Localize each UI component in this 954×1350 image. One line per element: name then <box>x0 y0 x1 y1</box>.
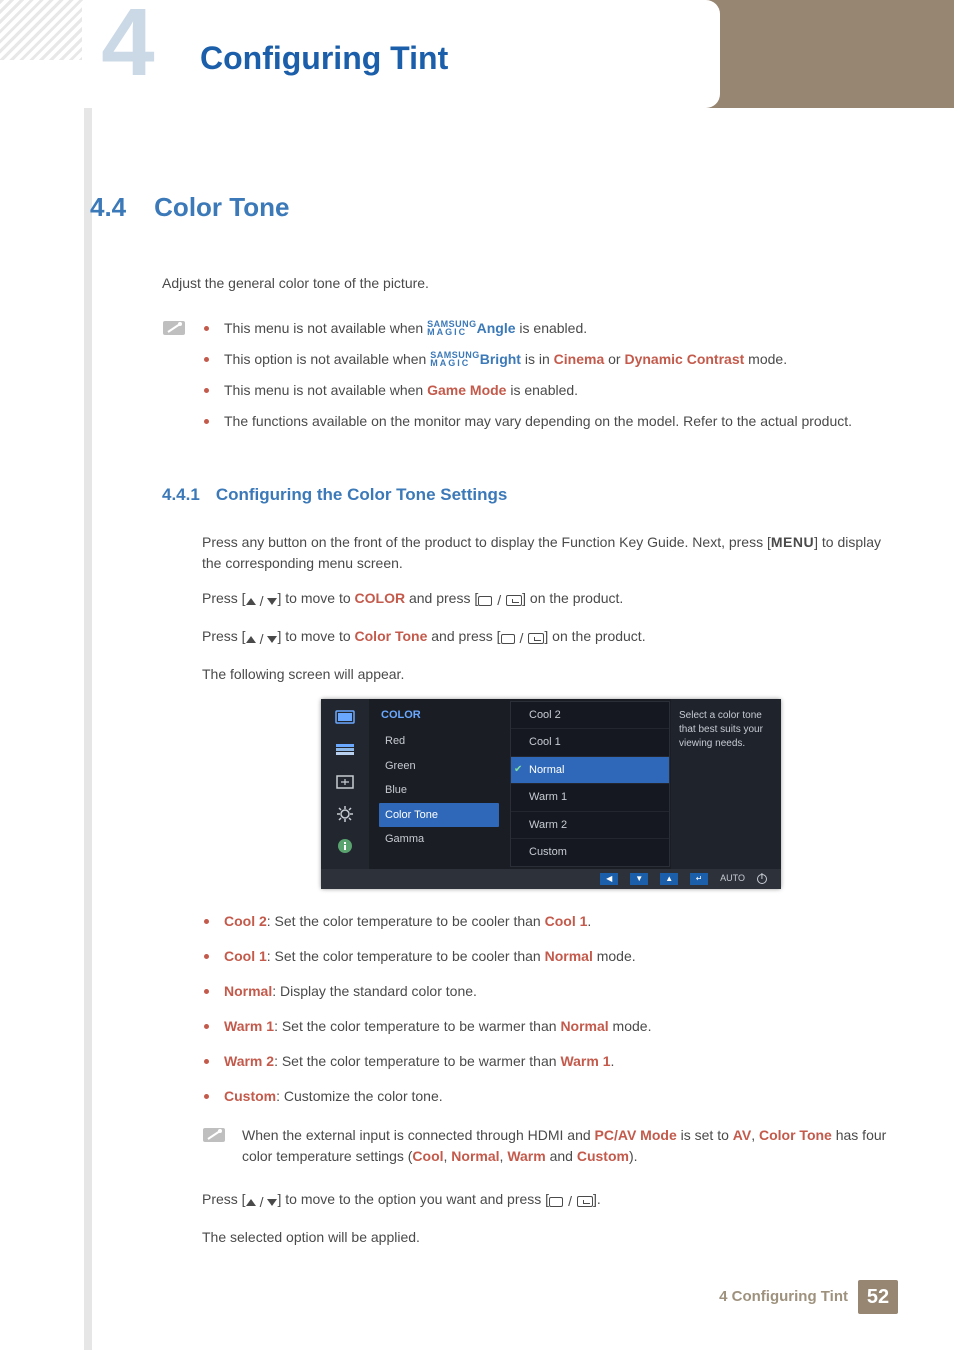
page-footer: 4 Configuring Tint 52 <box>719 1280 898 1314</box>
osd-menu-item: Green <box>379 754 499 779</box>
osd-menu-item: Red <box>379 729 499 754</box>
osd-menu-title: COLOR <box>379 707 499 724</box>
subsection-heading: 4.4.1 Configuring the Color Tone Setting… <box>162 482 900 508</box>
list-item: Warm 2: Set the color temperature to be … <box>202 1051 900 1072</box>
power-icon <box>757 874 767 884</box>
chapter-number-box: 4 <box>82 0 174 92</box>
note-icon <box>202 1125 228 1167</box>
picture-icon <box>334 709 356 727</box>
osd-footer: ◀ ▼ ▲ ↵ AUTO <box>321 869 781 889</box>
up-down-icon: / <box>246 591 278 612</box>
page-content: 4.4 Color Tone Adjust the general color … <box>90 188 900 1262</box>
osd-option: Custom <box>511 839 669 866</box>
up-down-icon: / <box>246 629 278 650</box>
auto-label: AUTO <box>720 872 745 886</box>
source-enter-icon: / <box>478 590 522 611</box>
osd-category-icons <box>321 699 369 869</box>
osd-option: Cool 1 <box>511 729 669 757</box>
osd-option: Warm 1 <box>511 784 669 812</box>
list-item: Warm 1: Set the color temperature to be … <box>202 1016 900 1037</box>
note-item: This option is not available when SAMSUN… <box>202 349 900 370</box>
osd-menu-item: Blue <box>379 778 499 803</box>
osd-menu-item-selected: Color Tone <box>379 803 499 828</box>
osd-option: Warm 2 <box>511 812 669 840</box>
note-block: This menu is not available when SAMSUNGM… <box>162 318 900 442</box>
list-item: Cool 2: Set the color temperature to be … <box>202 911 900 932</box>
color-icon <box>334 741 356 759</box>
info-icon <box>334 837 356 855</box>
list-item: Cool 1: Set the color temperature to be … <box>202 946 900 967</box>
gear-icon <box>334 805 356 823</box>
step-final-2: The selected option will be applied. <box>202 1227 900 1248</box>
subsection-number: 4.4.1 <box>162 482 200 508</box>
section-number: 4.4 <box>90 188 126 227</box>
up-arrow-icon: ▲ <box>660 873 678 885</box>
up-down-icon: / <box>246 1192 278 1213</box>
osd-menu-list: COLOR Red Green Blue Color Tone Gamma <box>369 699 509 869</box>
step-1: Press any button on the front of the pro… <box>202 532 900 574</box>
subsection-title: Configuring the Color Tone Settings <box>216 482 508 508</box>
note-icon <box>162 318 188 442</box>
page-number: 52 <box>858 1280 898 1314</box>
source-enter-icon: / <box>549 1191 593 1212</box>
footer-chapter-text: 4 Configuring Tint <box>719 1286 848 1309</box>
osd-option-selected: Normal <box>511 757 669 785</box>
step-3: Press [/] to move to Color Tone and pres… <box>202 626 900 650</box>
osd-menu-item: Gamma <box>379 827 499 852</box>
chapter-title: Configuring Tint <box>200 34 448 82</box>
options-description-list: Cool 2: Set the color temperature to be … <box>202 911 900 1107</box>
list-item: Normal: Display the standard color tone. <box>202 981 900 1002</box>
chapter-number: 4 <box>101 0 154 91</box>
step-2: Press [/] to move to COLOR and press [/]… <box>202 588 900 612</box>
header-hatch <box>0 0 88 60</box>
note-item: This menu is not available when Game Mod… <box>202 380 900 401</box>
section-heading: 4.4 Color Tone <box>90 188 900 227</box>
osd-option-popup: Cool 2 Cool 1 Normal Warm 1 Warm 2 Custo… <box>510 701 670 867</box>
osd-help-text: Select a color tone that best suits your… <box>671 699 781 869</box>
source-enter-icon: / <box>501 628 545 649</box>
step-final-1: Press [/] to move to the option you want… <box>202 1189 900 1213</box>
down-arrow-icon: ▼ <box>630 873 648 885</box>
list-item: Custom: Customize the color tone. <box>202 1086 900 1107</box>
enter-arrow-icon: ↵ <box>690 873 708 885</box>
step-4: The following screen will appear. <box>202 664 900 685</box>
note-item: This menu is not available when SAMSUNGM… <box>202 318 900 339</box>
osd-screenshot: COLOR Red Green Blue Color Tone Gamma Co… <box>202 699 900 889</box>
hdmi-note: When the external input is connected thr… <box>202 1125 900 1167</box>
hdmi-note-text: When the external input is connected thr… <box>242 1125 900 1167</box>
header-white: 4 Configuring Tint <box>0 0 720 108</box>
note-item: The functions available on the monitor m… <box>202 411 900 432</box>
size-icon <box>334 773 356 791</box>
section-title: Color Tone <box>154 188 289 227</box>
section-intro: Adjust the general color tone of the pic… <box>162 273 900 294</box>
osd-option: Cool 2 <box>511 702 669 730</box>
left-arrow-icon: ◀ <box>600 873 618 885</box>
